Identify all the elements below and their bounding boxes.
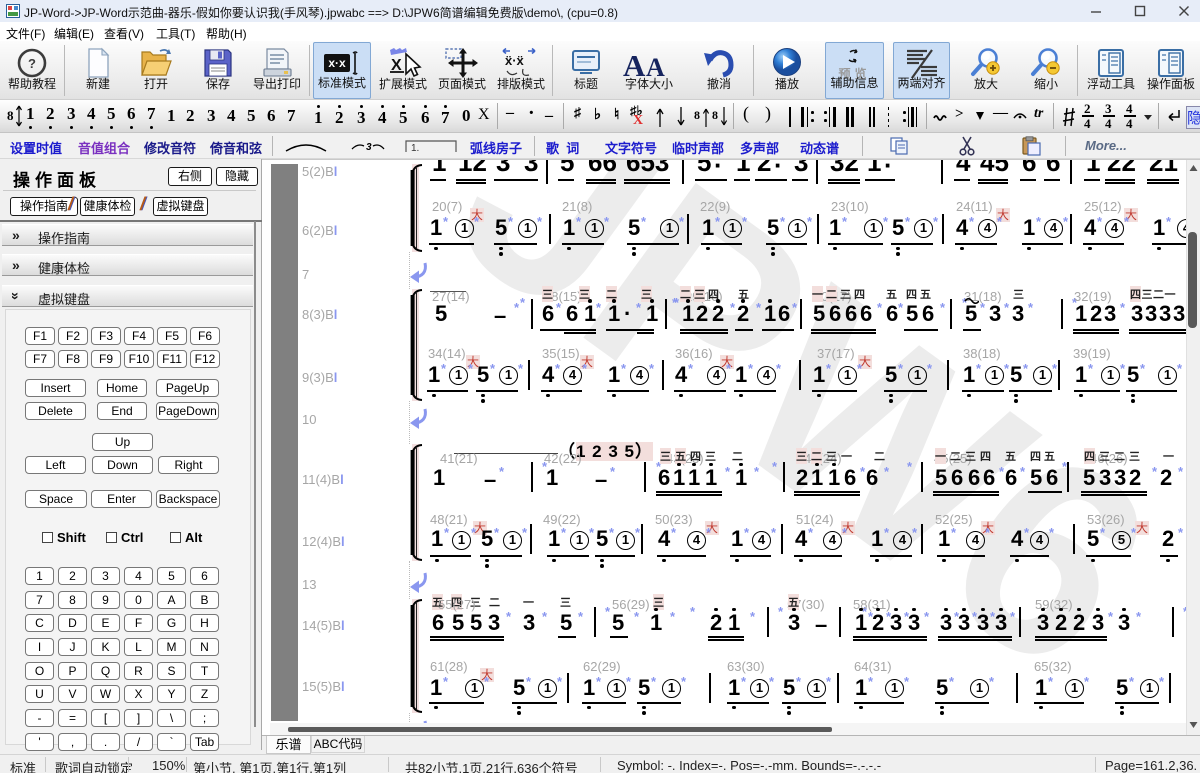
- svg-text:1.: 1.: [411, 143, 419, 153]
- svg-text:3: 3: [366, 142, 372, 152]
- svg-text:ẍ·ẍ: ẍ·ẍ: [505, 53, 525, 68]
- svg-text:x·x: x·x: [328, 56, 346, 70]
- svg-text:?: ?: [28, 56, 36, 71]
- svg-text:JPW6: JPW6: [409, 160, 1200, 729]
